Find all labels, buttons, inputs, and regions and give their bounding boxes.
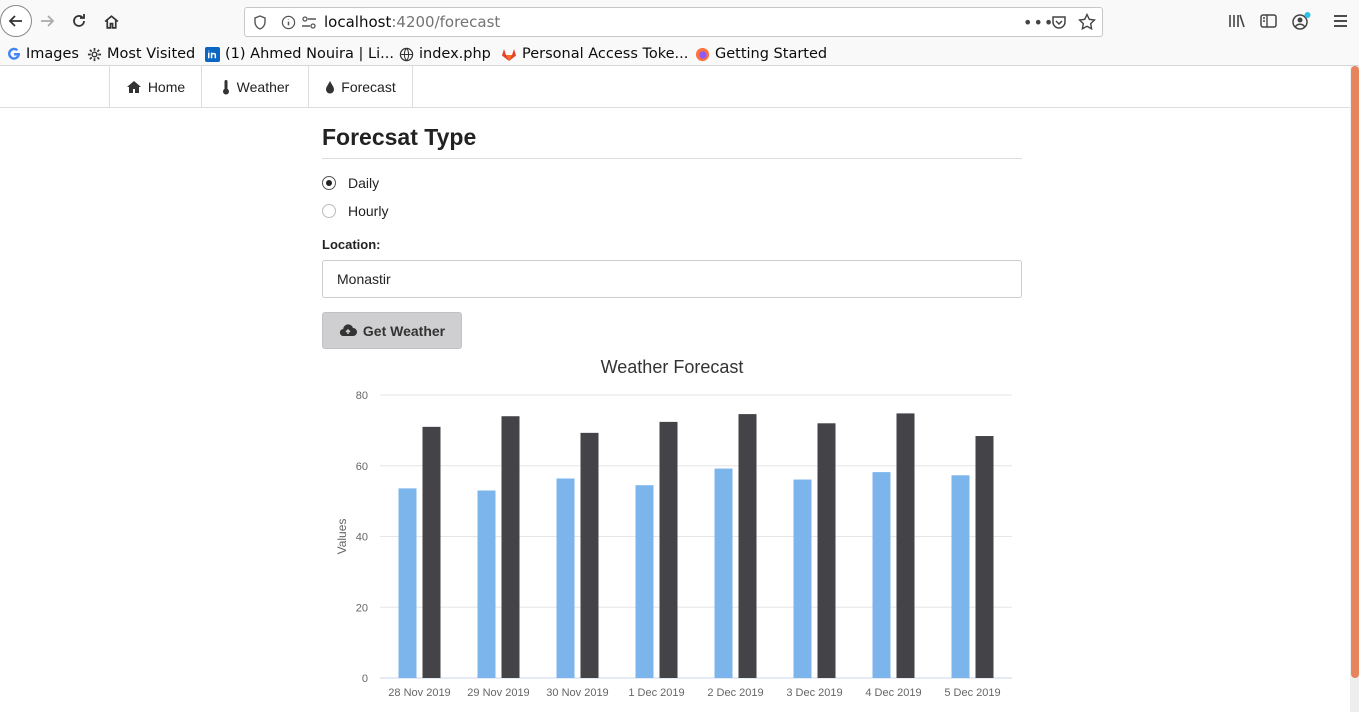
y-tick-label: 20 [356,602,368,614]
page-scrollbar[interactable] [1350,66,1359,712]
thermometer-icon [222,79,229,94]
page-title: Forecsat Type [322,124,477,150]
reload-button[interactable] [64,6,94,36]
menu-icon[interactable] [1333,14,1348,28]
x-tick-label: 29 Nov 2019 [467,687,529,699]
radio-option-daily[interactable]: Daily [322,174,379,192]
y-tick-label: 40 [356,532,368,544]
bookmarks-bar: Images Most Visited (1) Ahmed Nouira | L… [0,42,1359,66]
bar-series-2 [422,426,441,678]
app-navbar: Home Weather Forecast [0,66,1350,108]
address-bar[interactable]: localhost:4200/forecast ••• [244,7,1103,37]
globe-icon [399,47,414,61]
star-icon[interactable] [1078,13,1096,31]
reload-icon [73,14,85,27]
radio-option-hourly[interactable]: Hourly [322,202,388,220]
x-tick-label: 30 Nov 2019 [546,687,608,699]
google-icon [8,47,20,60]
pocket-icon[interactable] [1051,14,1067,30]
droplet-icon [326,80,335,93]
home-icon [126,80,141,93]
bar-series-1 [398,488,417,678]
x-tick-label: 1 Dec 2019 [628,687,684,699]
bookmark-images[interactable]: Images [7,44,79,64]
url-text: localhost:4200/forecast [324,13,501,31]
nav-home[interactable]: Home [109,66,201,107]
bar-series-1 [556,478,575,678]
cloud-upload-icon [339,324,357,337]
linkedin-icon [205,46,220,62]
bar-series-2 [817,423,836,678]
x-tick-label: 3 Dec 2019 [786,687,842,699]
x-tick-label: 4 Dec 2019 [865,687,921,699]
bookmark-gitlab[interactable]: Personal Access Toke... [501,44,688,64]
shield-icon [254,15,266,30]
title-divider [322,158,1022,159]
bar-series-1 [872,472,891,678]
bar-series-1 [714,468,733,678]
firefox-icon [695,47,710,61]
browser-toolbar: localhost:4200/forecast ••• [0,0,1359,42]
sidebar-icon[interactable] [1260,13,1277,29]
permissions-icon[interactable] [301,15,317,30]
bar-series-2 [501,416,520,678]
account-icon[interactable] [1291,11,1311,31]
page-actions-button[interactable]: ••• [1023,13,1054,32]
bar-series-2 [659,421,678,678]
bookmark-index-php[interactable]: index.php [399,44,491,64]
bar-series-1 [477,490,496,678]
bar-series-2 [975,436,994,678]
location-label: Location: [322,237,381,252]
radio-hourly[interactable] [322,204,336,218]
arrow-right-icon [41,15,55,27]
bar-series-1 [951,475,970,678]
home-icon [104,14,118,29]
info-icon[interactable] [281,15,296,30]
bar-series-2 [580,432,599,678]
bar-series-2 [738,414,757,678]
scrollbar-thumb[interactable] [1351,66,1359,678]
get-weather-button[interactable]: Get Weather [322,312,462,349]
chart-title: Weather Forecast [601,357,744,377]
y-tick-label: 0 [362,673,368,685]
arrow-left-icon [8,15,22,27]
bookmark-getting-started[interactable]: Getting Started [695,44,827,64]
x-tick-label: 5 Dec 2019 [944,687,1000,699]
y-tick-label: 80 [356,390,368,402]
back-button[interactable] [0,5,32,37]
bar-series-1 [793,479,812,678]
nav-forecast[interactable]: Forecast [308,66,413,107]
gear-icon [87,47,102,61]
forward-button[interactable] [32,6,62,36]
nav-weather[interactable]: Weather [201,66,308,107]
y-axis-label: Values [335,519,349,555]
home-button[interactable] [96,6,126,36]
radio-daily[interactable] [322,176,336,190]
x-tick-label: 28 Nov 2019 [388,687,450,699]
forecast-chart: Weather Forecast 0 20 40 60 80 Values 28 Nov 20… [335,357,1012,699]
gitlab-icon [502,48,516,61]
x-tick-label: 2 Dec 2019 [707,687,763,699]
bookmark-linkedin[interactable]: (1) Ahmed Nouira | Li... [205,44,394,64]
library-icon[interactable] [1228,13,1245,29]
bookmark-most-visited[interactable]: Most Visited [87,44,195,64]
y-tick-label: 60 [356,461,368,473]
bar-series-1 [635,485,654,678]
bar-series-2 [896,413,915,678]
location-input[interactable] [322,260,1022,298]
